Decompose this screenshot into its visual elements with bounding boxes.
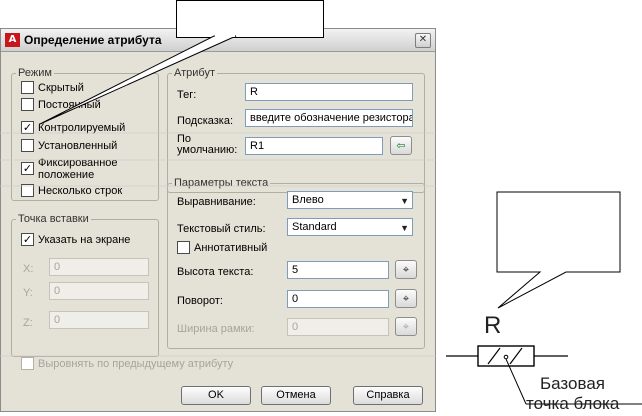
callout-box-top: [176, 0, 324, 38]
tag-label: Тег:: [177, 89, 197, 101]
chevron-down-icon: ▼: [400, 196, 409, 206]
caption-line-2: точка блока: [526, 394, 620, 413]
align-previous-label: Выровнять по предыдущему атрибуту: [38, 357, 234, 370]
prompt-field[interactable]: введите обозначение резистора: [245, 109, 413, 127]
attribute-letter: R: [484, 312, 502, 339]
constant-check-box[interactable]: [21, 98, 34, 111]
prompt-label: Подсказка:: [177, 115, 234, 127]
specify-on-screen-label: Указать на экране: [38, 233, 131, 246]
verify-checkbox[interactable]: ✓ Контролируемый: [21, 121, 125, 134]
cancel-button[interactable]: Отмена: [261, 386, 331, 405]
align-previous-checkbox[interactable]: Выровнять по предыдущему атрибуту: [21, 357, 233, 370]
y-label: Y:: [23, 287, 33, 299]
pick-point-icon[interactable]: ⌖: [395, 289, 417, 308]
attribute-legend: Атрибут: [174, 67, 215, 79]
justify-value: Влево: [292, 194, 324, 206]
text-style-select[interactable]: Standard ▼: [287, 218, 413, 236]
multiline-check-box[interactable]: [21, 184, 34, 197]
pick-point-icon[interactable]: ⌖: [395, 317, 417, 336]
tag-field[interactable]: R: [245, 83, 413, 101]
verify-check-box[interactable]: ✓: [21, 121, 34, 134]
annotative-check-box[interactable]: [177, 241, 190, 254]
insertion-legend: Точка вставки: [18, 213, 89, 225]
autocad-a-icon: A: [5, 33, 20, 47]
constant-checkbox[interactable]: Постоянный: [21, 98, 101, 111]
specify-on-screen-check-box[interactable]: ✓: [21, 233, 34, 246]
text-style-value: Standard: [292, 221, 337, 233]
insert-field-icon[interactable]: ⇦: [390, 136, 412, 155]
hidden-checkbox[interactable]: Скрытый: [21, 81, 84, 94]
caption-line-1: Базовая: [540, 374, 605, 393]
boundary-width-field[interactable]: 0: [287, 318, 389, 336]
close-icon[interactable]: ✕: [415, 33, 431, 48]
x-label: X:: [23, 263, 34, 275]
rotation-field[interactable]: 0: [287, 290, 389, 308]
x-field[interactable]: 0: [49, 258, 149, 276]
annotative-checkbox[interactable]: Аннотативный: [177, 241, 267, 254]
lock-position-label: Фиксированное положение: [38, 157, 118, 181]
justify-select[interactable]: Влево ▼: [287, 191, 413, 209]
window-title: Определение атрибута: [24, 33, 162, 47]
z-label: Z:: [23, 317, 33, 329]
boundary-width-label: Ширина рамки:: [177, 323, 255, 335]
verify-label: Контролируемый: [38, 121, 126, 134]
text-height-field[interactable]: 5: [287, 261, 389, 279]
constant-label: Постоянный: [38, 98, 101, 111]
pick-point-icon[interactable]: ⌖: [395, 260, 417, 279]
lock-position-checkbox[interactable]: ✓ Фиксированное положение: [21, 157, 138, 181]
multiline-label: Несколько строк: [38, 184, 123, 197]
preset-label: Установленный: [38, 139, 118, 152]
z-field[interactable]: 0: [49, 311, 149, 329]
ok-button[interactable]: OK: [181, 386, 251, 405]
text-style-label: Текстовый стиль:: [177, 223, 266, 235]
mode-legend: Режим: [18, 67, 52, 79]
preset-check-box[interactable]: [21, 139, 34, 152]
hidden-label: Скрытый: [38, 81, 84, 94]
text-height-label: Высота текста:: [177, 266, 254, 278]
lock-position-check-box[interactable]: ✓: [21, 162, 34, 175]
rotation-label: Поворот:: [177, 295, 223, 307]
default-label: По умолчанию:: [177, 133, 238, 156]
default-field[interactable]: R1: [245, 137, 383, 155]
chevron-down-icon: ▼: [400, 223, 409, 233]
y-field[interactable]: 0: [49, 282, 149, 300]
multiline-checkbox[interactable]: Несколько строк: [21, 184, 122, 197]
help-button[interactable]: Справка: [353, 386, 423, 405]
preset-checkbox[interactable]: Установленный: [21, 139, 117, 152]
text-settings-legend: Параметры текста: [174, 177, 269, 189]
specify-on-screen-checkbox[interactable]: ✓ Указать на экране: [21, 233, 130, 246]
annotative-label: Аннотативный: [194, 241, 268, 254]
align-previous-check-box[interactable]: [21, 357, 34, 370]
hidden-check-box[interactable]: [21, 81, 34, 94]
justify-label: Выравнивание:: [177, 196, 256, 208]
attribute-definition-dialog: A Определение атрибута ✕ Режим Скрытый П…: [0, 28, 436, 412]
